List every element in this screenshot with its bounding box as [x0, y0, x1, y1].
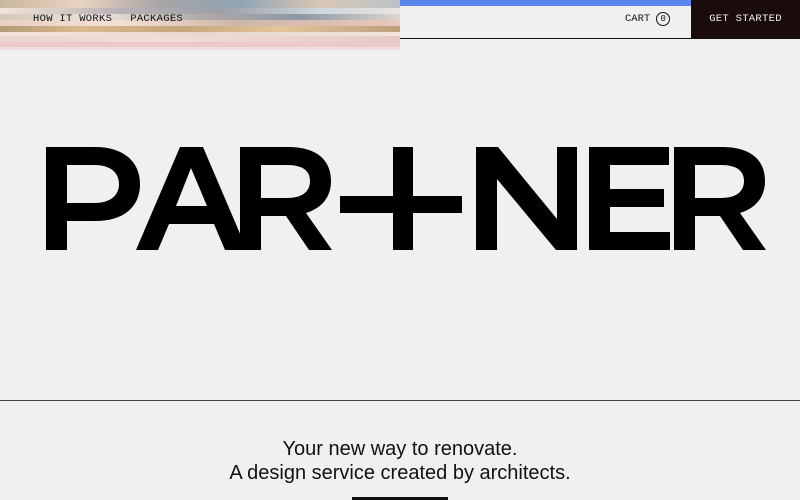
header-divider [400, 38, 800, 39]
partner-wordmark [46, 147, 766, 250]
brand-logo [0, 120, 800, 280]
section-divider [0, 400, 800, 401]
cart-link[interactable]: CART 0 [625, 12, 671, 26]
tagline-line-1: Your new way to renovate. [282, 438, 518, 460]
hero-tagline: Your new way to renovate. A design servi… [0, 437, 800, 485]
nav-how-it-works[interactable]: HOW IT WORKS [33, 13, 112, 25]
nav-packages[interactable]: PACKAGES [130, 13, 183, 25]
main-nav: HOW IT WORKS PACKAGES [33, 13, 183, 25]
accent-bar [400, 0, 691, 6]
cart-label: CART [625, 13, 651, 25]
tagline-line-2: A design service created by architects. [229, 462, 571, 484]
cart-count-badge: 0 [656, 12, 671, 26]
get-started-button[interactable]: GET STARTED [691, 0, 800, 38]
hero-image-strip [0, 0, 400, 50]
